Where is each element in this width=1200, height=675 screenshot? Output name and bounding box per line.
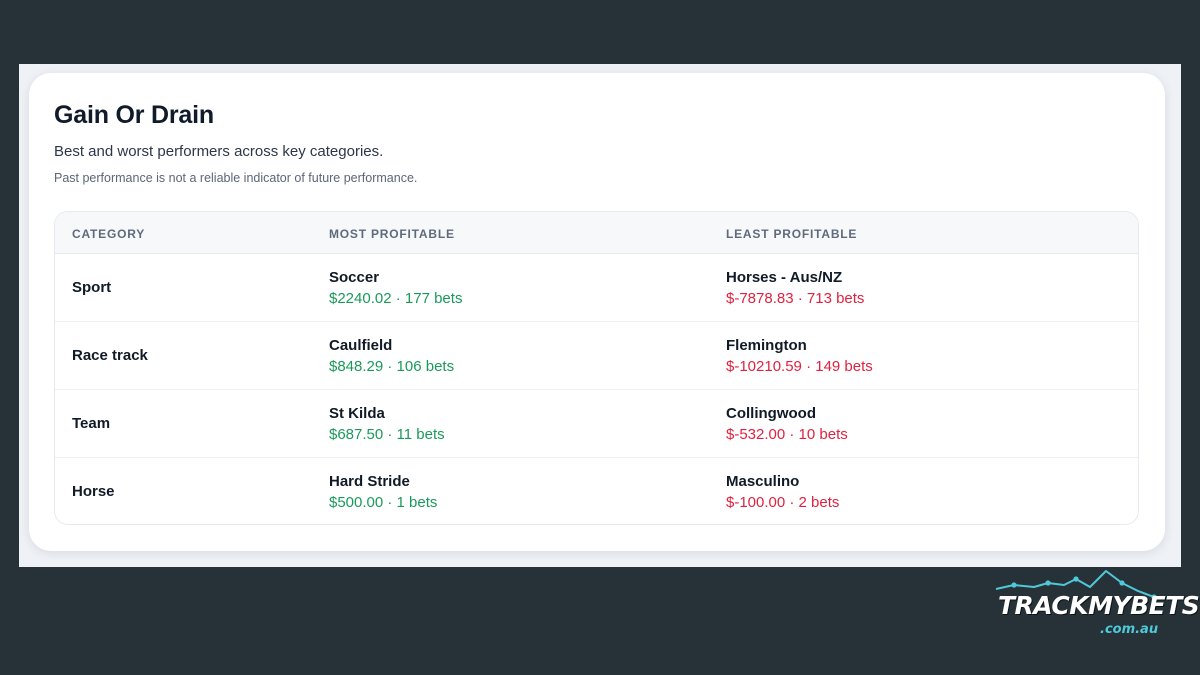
- trackmybets-logo: TRACKMYBETS .com.au: [988, 565, 1200, 645]
- table-row: Sport Soccer $2240.02 · 177 bets Horses …: [55, 254, 1138, 322]
- performance-disclaimer: Past performance is not a reliable indic…: [54, 171, 418, 185]
- least-profitable-cell: Collingwood $-532.00 · 10 bets: [726, 404, 848, 445]
- gain-or-drain-card: Gain Or Drain Best and worst performers …: [29, 73, 1165, 551]
- row-category: Race track: [72, 347, 148, 364]
- most-profitable-cell: Hard Stride $500.00 · 1 bets: [329, 472, 437, 513]
- least-profitable-name: Collingwood: [726, 405, 816, 422]
- least-profitable-name: Horses - Aus/NZ: [726, 269, 843, 286]
- most-profitable-cell: St Kilda $687.50 · 11 bets: [329, 404, 445, 445]
- most-profitable-stat: $2240.02 · 177 bets: [329, 290, 463, 307]
- app-screenshot: Gain Or Drain Best and worst performers …: [19, 64, 1181, 567]
- most-profitable-stat: $500.00 · 1 bets: [329, 494, 438, 511]
- logo-domain: .com.au: [1100, 622, 1159, 637]
- least-profitable-name: Masculino: [726, 473, 800, 490]
- header-category: CATEGORY: [72, 227, 146, 241]
- least-profitable-stat: $-7878.83 · 713 bets: [726, 290, 865, 307]
- row-category: Team: [72, 415, 111, 432]
- most-profitable-cell: Soccer $2240.02 · 177 bets: [329, 268, 462, 309]
- least-profitable-name: Flemington: [726, 337, 807, 354]
- most-profitable-stat: $848.29 · 106 bets: [329, 358, 455, 375]
- most-profitable-stat: $687.50 · 11 bets: [329, 426, 445, 443]
- most-profitable-name: Caulfield: [329, 337, 393, 354]
- performers-table: CATEGORY MOST PROFITABLE LEAST PROFITABL…: [54, 211, 1139, 525]
- least-profitable-cell: Flemington $-10210.59 · 149 bets: [726, 336, 873, 377]
- most-profitable-name: Soccer: [329, 269, 380, 286]
- card-title: Gain Or Drain: [54, 101, 214, 129]
- table-header: CATEGORY MOST PROFITABLE LEAST PROFITABL…: [55, 212, 1138, 254]
- header-most-profitable: MOST PROFITABLE: [329, 227, 455, 241]
- most-profitable-name: St Kilda: [329, 405, 385, 422]
- table-row: Team St Kilda $687.50 · 11 bets Collingw…: [55, 390, 1138, 458]
- row-category: Horse: [72, 483, 115, 500]
- most-profitable-name: Hard Stride: [329, 473, 410, 490]
- card-subtitle: Best and worst performers across key cat…: [54, 143, 384, 160]
- table-row: Horse Hard Stride $500.00 · 1 bets Mascu…: [55, 458, 1138, 524]
- least-profitable-stat: $-532.00 · 10 bets: [726, 426, 848, 443]
- table-row: Race track Caulfield $848.29 · 106 bets …: [55, 322, 1138, 390]
- least-profitable-stat: $-10210.59 · 149 bets: [726, 358, 873, 375]
- logo-wordmark: TRACKMYBETS: [998, 591, 1200, 620]
- row-category: Sport: [72, 279, 112, 296]
- least-profitable-stat: $-100.00 · 2 bets: [726, 494, 840, 511]
- least-profitable-cell: Masculino $-100.00 · 2 bets: [726, 472, 839, 513]
- most-profitable-cell: Caulfield $848.29 · 106 bets: [329, 336, 454, 377]
- least-profitable-cell: Horses - Aus/NZ $-7878.83 · 713 bets: [726, 268, 864, 309]
- header-least-profitable: LEAST PROFITABLE: [726, 227, 858, 241]
